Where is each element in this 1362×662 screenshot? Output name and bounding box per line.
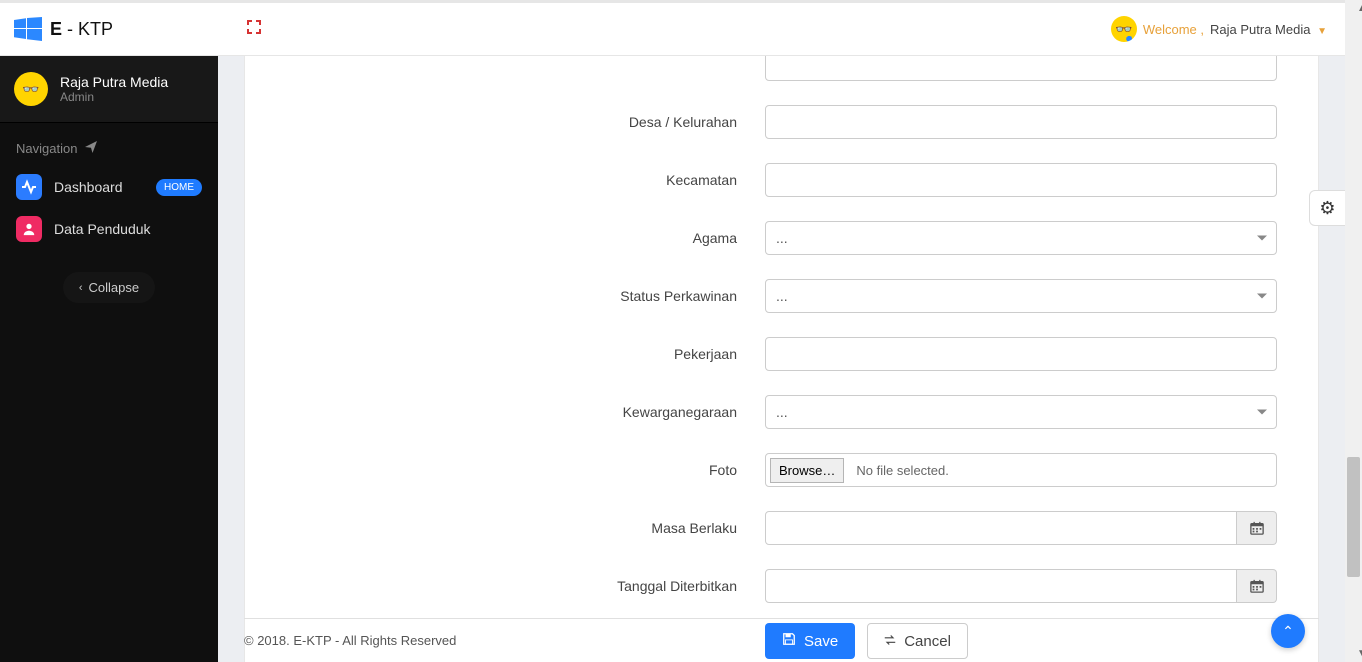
user-name: Raja Putra Media xyxy=(1210,22,1310,37)
kecamatan-input[interactable] xyxy=(765,163,1277,197)
sidebar-item-label: Data Penduduk xyxy=(54,221,151,237)
chevron-down-icon: ▼ xyxy=(1317,26,1327,37)
nav-heading: Navigation xyxy=(0,123,218,166)
pekerjaan-input[interactable] xyxy=(765,337,1277,371)
status-select[interactable]: ... xyxy=(765,279,1277,313)
sidebar-item-dashboard[interactable]: Dashboard HOME xyxy=(0,166,218,208)
kewarganegaraan-select[interactable]: ... xyxy=(765,395,1277,429)
text-input[interactable] xyxy=(765,56,1277,81)
sidebar-user-name: Raja Putra Media xyxy=(60,74,168,90)
desa-input[interactable] xyxy=(765,105,1277,139)
sidebar-item-data-penduduk[interactable]: Data Penduduk xyxy=(0,208,218,250)
field-label: Status Perkawinan xyxy=(245,288,765,304)
file-status-text: No file selected. xyxy=(856,463,949,478)
topbar: E - KTP 👓 Welcome , Raja Putra Media ▼ xyxy=(0,0,1345,56)
sidebar-item-label: Dashboard xyxy=(54,179,123,195)
field-label: Kewarganegaraan xyxy=(245,404,765,420)
sidebar: 👓 Raja Putra Media Admin Navigation Dash… xyxy=(0,56,218,662)
person-icon xyxy=(16,216,42,242)
chevron-left-icon: ‹ xyxy=(79,282,83,294)
footer: © 2018. E-KTP - All Rights Reserved xyxy=(244,618,1319,662)
activity-icon xyxy=(16,174,42,200)
chevron-up-icon: ⌃ xyxy=(1282,623,1294,640)
calendar-icon[interactable] xyxy=(1237,511,1277,545)
user-menu[interactable]: Raja Putra Media ▼ xyxy=(1210,22,1327,37)
brand[interactable]: E - KTP xyxy=(0,17,218,41)
calendar-icon[interactable] xyxy=(1237,569,1277,603)
scrollbar[interactable]: ▲ ▼ xyxy=(1345,0,1362,662)
browse-button[interactable]: Browse… xyxy=(770,458,844,483)
field-label: Desa / Kelurahan xyxy=(245,114,765,130)
field-label: Tanggal Diterbitkan xyxy=(245,578,765,594)
gear-icon: ⚙ xyxy=(1319,198,1335,219)
avatar: 👓 xyxy=(1111,16,1137,42)
fullscreen-toggle-icon[interactable] xyxy=(246,19,262,40)
scroll-up-icon[interactable]: ▲ xyxy=(1345,0,1362,17)
foto-file-input[interactable]: Browse… No file selected. xyxy=(765,453,1277,487)
avatar: 👓 xyxy=(14,72,48,106)
scroll-thumb[interactable] xyxy=(1347,457,1360,577)
welcome-text: Welcome , xyxy=(1143,22,1204,37)
brand-text: E - KTP xyxy=(50,19,113,40)
tanggal-diterbitkan-input[interactable] xyxy=(765,569,1237,603)
scroll-down-icon[interactable]: ▼ xyxy=(1345,645,1362,662)
field-label: Pekerjaan xyxy=(245,346,765,362)
field-label: Agama xyxy=(245,230,765,246)
chevron-down-icon xyxy=(1257,294,1267,299)
settings-tab[interactable]: ⚙ xyxy=(1309,190,1345,226)
agama-select[interactable]: ... xyxy=(765,221,1277,255)
field-label: Kecamatan xyxy=(245,172,765,188)
field-label: Foto xyxy=(245,462,765,478)
scroll-top-button[interactable]: ⌃ xyxy=(1271,614,1305,648)
chevron-down-icon xyxy=(1257,236,1267,241)
sidebar-user-role: Admin xyxy=(60,90,168,104)
home-badge: HOME xyxy=(156,179,202,196)
collapse-button[interactable]: ‹ Collapse xyxy=(63,272,155,303)
form-card: Desa / Kelurahan Kecamatan Agama ... Sta… xyxy=(244,56,1319,662)
masa-berlaku-input[interactable] xyxy=(765,511,1237,545)
chevron-down-icon xyxy=(1257,410,1267,415)
main: Desa / Kelurahan Kecamatan Agama ... Sta… xyxy=(218,56,1345,662)
field-label: Masa Berlaku xyxy=(245,520,765,536)
windows-logo-icon xyxy=(14,17,42,41)
sidebar-user: 👓 Raja Putra Media Admin xyxy=(0,56,218,123)
paper-plane-icon xyxy=(85,141,97,156)
